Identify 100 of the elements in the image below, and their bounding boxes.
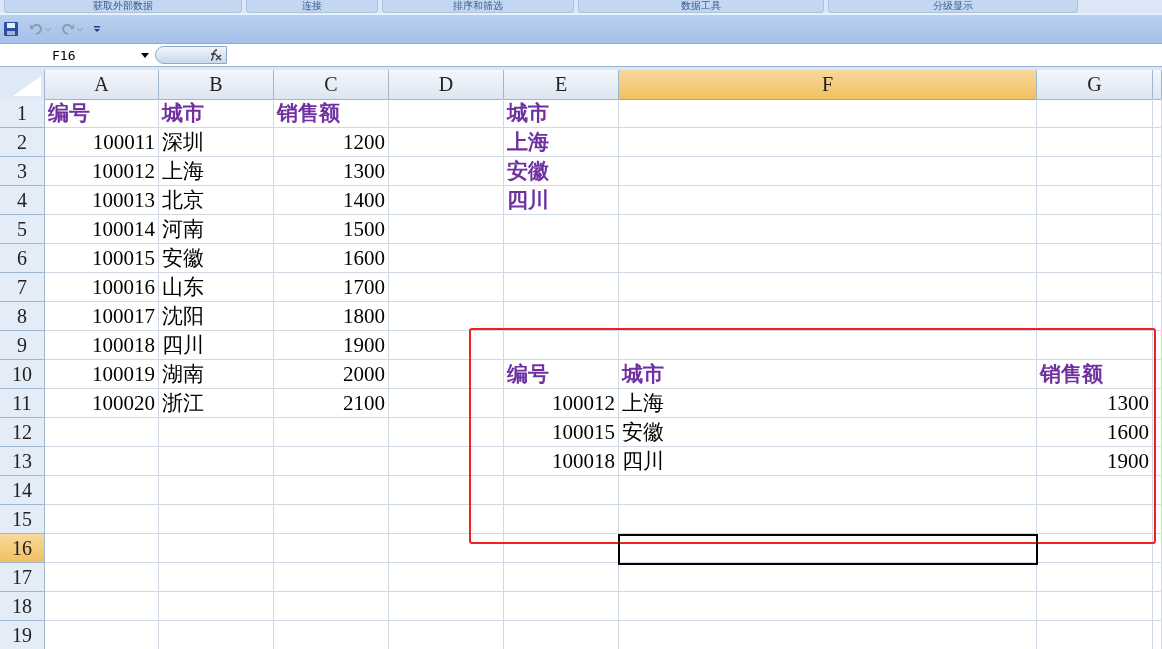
column-header[interactable]: C xyxy=(274,70,389,100)
table-cell: 100018 xyxy=(45,331,159,360)
table-cell: 上海 xyxy=(159,157,274,186)
customize-dropdown-icon[interactable] xyxy=(93,25,101,33)
save-icon[interactable] xyxy=(3,21,19,37)
table-cell: 100014 xyxy=(45,215,159,244)
empty-cell xyxy=(1153,389,1162,418)
table-cell: 安徽 xyxy=(504,157,619,186)
table-cell: 销售额 xyxy=(274,99,389,128)
table-cell: 浙江 xyxy=(159,389,274,418)
row-header[interactable]: 9 xyxy=(0,331,45,360)
table-cell: 100013 xyxy=(45,186,159,215)
table-cell: 深圳 xyxy=(159,128,274,157)
column-header[interactable]: F xyxy=(619,70,1037,100)
row-header[interactable]: 3 xyxy=(0,157,45,186)
table-cell: 1600 xyxy=(1037,418,1153,447)
fx-icon xyxy=(208,49,222,61)
ribbon-group-label: 连接 xyxy=(246,0,378,13)
row-header[interactable]: 15 xyxy=(0,505,45,534)
empty-cell xyxy=(1153,128,1162,157)
column-header[interactable]: E xyxy=(504,70,619,100)
empty-cell xyxy=(1153,157,1162,186)
table-cell: 编号 xyxy=(45,99,159,128)
table-cell: 山东 xyxy=(159,273,274,302)
table-cell: 河南 xyxy=(159,215,274,244)
table-cell: 1300 xyxy=(1037,389,1153,418)
empty-cell xyxy=(1153,273,1162,302)
table-cell: 100016 xyxy=(45,273,159,302)
row-header[interactable]: 19 xyxy=(0,621,45,649)
ribbon-group-label: 数据工具 xyxy=(578,0,824,13)
table-cell: 100011 xyxy=(45,128,159,157)
cell-reference: F16 xyxy=(52,47,76,63)
row-header[interactable]: 10 xyxy=(0,360,45,389)
table-cell: 100020 xyxy=(45,389,159,418)
ribbon-group-label: 排序和筛选 xyxy=(382,0,574,13)
table-cell: 四川 xyxy=(159,331,274,360)
ribbon-group-label: 获取外部数据 xyxy=(4,0,242,13)
row-header[interactable]: 14 xyxy=(0,476,45,505)
empty-cell xyxy=(1153,534,1162,563)
row-header[interactable]: 16 xyxy=(0,534,45,563)
table-cell: 100012 xyxy=(45,157,159,186)
row-header[interactable]: 4 xyxy=(0,186,45,215)
table-cell: 1600 xyxy=(274,244,389,273)
table-cell: 城市 xyxy=(159,99,274,128)
table-cell: 100018 xyxy=(504,447,619,476)
table-cell: 1400 xyxy=(274,186,389,215)
table-cell: 编号 xyxy=(504,360,619,389)
table-cell: 沈阳 xyxy=(159,302,274,331)
table-cell: 1900 xyxy=(1037,447,1153,476)
empty-cell xyxy=(1153,476,1162,505)
column-header[interactable]: A xyxy=(45,70,159,100)
table-cell: 1300 xyxy=(274,157,389,186)
corner-triangle-icon xyxy=(13,76,41,96)
empty-cell xyxy=(1153,215,1162,244)
row-header[interactable]: 11 xyxy=(0,389,45,418)
table-cell: 1900 xyxy=(274,331,389,360)
empty-cell xyxy=(1153,186,1162,215)
table-cell: 上海 xyxy=(504,128,619,157)
table-cell: 安徽 xyxy=(619,418,1037,447)
empty-cell xyxy=(1153,505,1162,534)
empty-cell xyxy=(1153,302,1162,331)
table-cell: 1200 xyxy=(274,128,389,157)
column-header[interactable]: B xyxy=(159,70,274,100)
table-cell: 北京 xyxy=(159,186,274,215)
table-cell: 安徽 xyxy=(159,244,274,273)
row-header[interactable]: 18 xyxy=(0,592,45,621)
ribbon-group-label: 分级显示 xyxy=(828,0,1078,13)
table-cell: 100017 xyxy=(45,302,159,331)
empty-cell xyxy=(1153,563,1162,592)
row-header[interactable]: 5 xyxy=(0,215,45,244)
column-header[interactable]: D xyxy=(389,70,504,100)
table-cell: 100015 xyxy=(504,418,619,447)
function-button[interactable] xyxy=(155,46,227,64)
name-box[interactable]: F16 xyxy=(0,45,155,65)
column-header[interactable]: G xyxy=(1037,70,1153,100)
table-cell: 城市 xyxy=(619,360,1037,389)
table-cell: 100015 xyxy=(45,244,159,273)
row-header[interactable]: 12 xyxy=(0,418,45,447)
row-header[interactable]: 8 xyxy=(0,302,45,331)
empty-cell xyxy=(1153,447,1162,476)
table-cell: 销售额 xyxy=(1037,360,1153,389)
table-cell: 上海 xyxy=(619,389,1037,418)
table-cell: 2100 xyxy=(274,389,389,418)
dropdown-caret-icon[interactable] xyxy=(141,52,149,58)
row-header[interactable]: 1 xyxy=(0,99,45,128)
row-header[interactable]: 13 xyxy=(0,447,45,476)
row-header[interactable]: 7 xyxy=(0,273,45,302)
table-cell: 湖南 xyxy=(159,360,274,389)
table-cell: 城市 xyxy=(504,99,619,128)
row-header[interactable]: 2 xyxy=(0,128,45,157)
row-header[interactable]: 6 xyxy=(0,244,45,273)
table-cell: 1800 xyxy=(274,302,389,331)
table-cell: 1500 xyxy=(274,215,389,244)
table-cell: 2000 xyxy=(274,360,389,389)
empty-cell xyxy=(1153,331,1162,360)
table-cell: 100012 xyxy=(504,389,619,418)
empty-cell xyxy=(1153,592,1162,621)
row-header[interactable]: 17 xyxy=(0,563,45,592)
table-cell: 100019 xyxy=(45,360,159,389)
empty-cell xyxy=(1153,360,1162,389)
